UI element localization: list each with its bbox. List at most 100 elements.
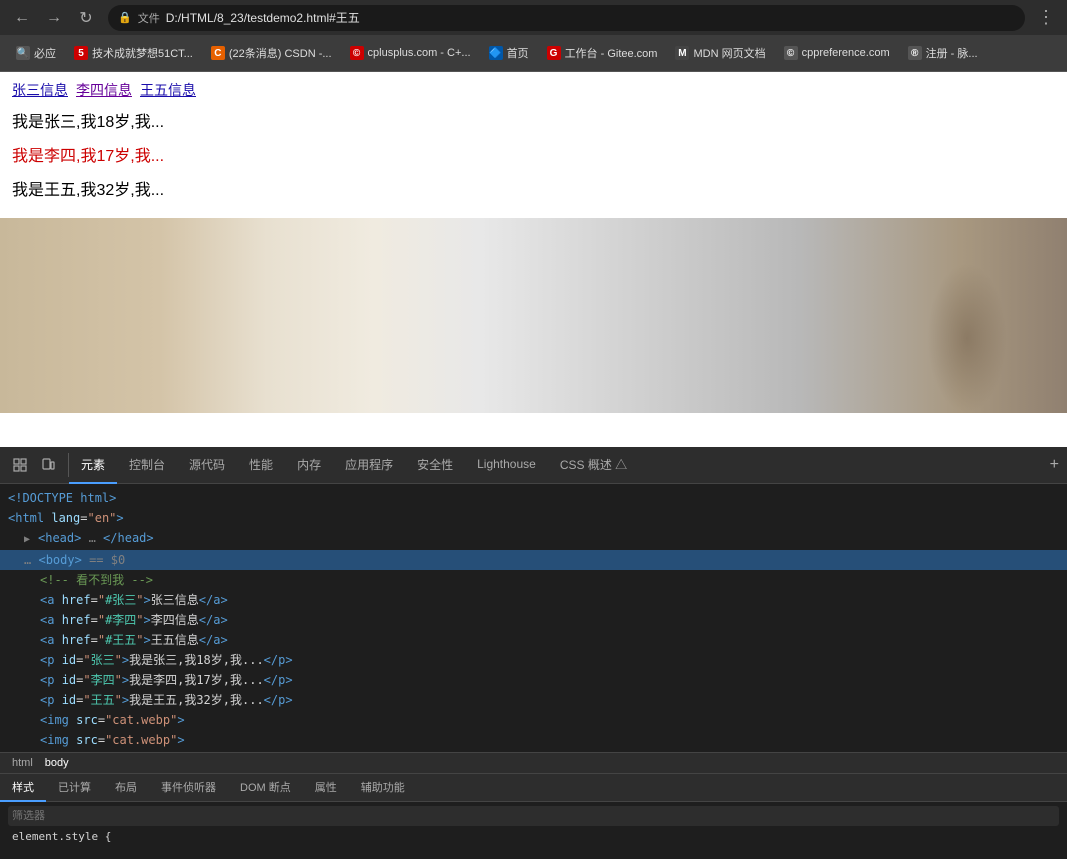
page-link-lnk3[interactable]: 王五信息 [140, 80, 196, 100]
code-indent-cl10: <p id="李四">我是李四,我17岁,我...</p> [0, 671, 293, 689]
code-indent-cl7: <a href="#李四">李四信息</a> [0, 611, 228, 629]
page-image [0, 218, 1067, 413]
bookmark-item-bm7[interactable]: MMDN 网页文档 [667, 42, 773, 64]
code-line-cl5[interactable]: <!-- 看不到我 --> [0, 570, 1067, 590]
st2[interactable]: 已计算 [46, 774, 103, 802]
page-links: 张三信息 李四信息 王五信息 [12, 80, 1055, 100]
st6[interactable]: 属性 [303, 774, 349, 802]
code-panel[interactable]: <!DOCTYPE html><html lang="en"> ▶<head> …… [0, 484, 1067, 752]
bookmark-label-bm5: 首页 [507, 45, 529, 61]
filter-input[interactable] [12, 810, 1055, 822]
tab-security[interactable]: 安全性 [405, 447, 465, 484]
code-indent-cl13: <img src="cat.webp"> [0, 731, 185, 749]
code-line-cl11[interactable]: <p id="王五">我是王五,我32岁,我...</p> [0, 690, 1067, 710]
code-line-cl2[interactable]: <html lang="en"> [0, 508, 1067, 528]
styles-content: element.style { [0, 802, 1067, 859]
back-button[interactable]: ← [8, 4, 36, 32]
bookmark-label-bm8: cppreference.com [802, 47, 890, 59]
breadcrumb-bc1[interactable]: html [8, 755, 37, 771]
inspect-element-icon[interactable] [8, 453, 32, 477]
bookmarks-bar: 🔍 必应 5 技术成就梦想51CT... C (22条消息) CSDN -... © cplu… [0, 35, 1067, 72]
bookmark-label-bm4: cplusplus.com - C+... [368, 47, 471, 59]
element-style-text: element.style { [8, 828, 1059, 845]
address-text: D:/HTML/8_23/testdemo2.html#王五 [166, 9, 360, 26]
tab-css[interactable]: CSS 概述 △ [548, 447, 639, 484]
bookmark-icon-bm6: G [547, 46, 561, 60]
bookmark-icon-bm8: © [784, 46, 798, 60]
code-line-cl3[interactable]: ▶<head> … </head> [0, 528, 1067, 550]
bookmark-item-bm2[interactable]: 5 技术成就梦想51CT... [66, 42, 201, 64]
code-line-cl4[interactable]: … <body> == $0 [0, 550, 1067, 570]
page-link-lnk1[interactable]: 张三信息 [12, 80, 68, 100]
bookmark-item-bm9[interactable]: ®注册 - 脉... [900, 42, 986, 64]
code-indent-cl2: <html lang="en"> [0, 509, 124, 527]
address-prefix: 文件 [138, 10, 160, 26]
bookmark-icon-bm4: © [350, 46, 364, 60]
code-line-cl12[interactable]: <img src="cat.webp"> [0, 710, 1067, 730]
st7[interactable]: 辅助功能 [349, 774, 417, 802]
styles-panel: 样式已计算布局事件侦听器DOM 断点属性辅助功能 element.style { [0, 774, 1067, 859]
code-line-cl8[interactable]: <a href="#王五">王五信息</a> [0, 630, 1067, 650]
page-link-lnk2[interactable]: 李四信息 [76, 80, 132, 100]
bookmark-label-bm2: 技术成就梦想51CT... [92, 45, 193, 61]
bookmark-label-bm7: MDN 网页文档 [693, 45, 765, 61]
forward-button[interactable]: → [40, 4, 68, 32]
bookmark-label-bm1: 必应 [34, 45, 56, 61]
bookmark-label-bm6: 工作台 - Gitee.com [565, 45, 658, 61]
code-indent-cl3: ▶<head> … </head> [0, 529, 154, 549]
bookmark-icon-bm3: C [211, 46, 225, 60]
add-tab-button[interactable]: + [1042, 456, 1067, 474]
tab-console[interactable]: 控制台 [117, 447, 177, 484]
page-paragraph-p1: 我是张三,我18岁,我... [12, 108, 1055, 132]
refresh-button[interactable]: ↻ [72, 4, 100, 32]
styles-tabs: 样式已计算布局事件侦听器DOM 断点属性辅助功能 [0, 774, 1067, 802]
bookmark-label-bm3: (22条消息) CSDN -... [229, 45, 332, 61]
st3[interactable]: 布局 [103, 774, 149, 802]
bookmark-item-bm3[interactable]: C (22条消息) CSDN -... [203, 42, 340, 64]
devtools-icons [0, 453, 69, 477]
bookmark-item-bm5[interactable]: 🔷 首页 [481, 42, 537, 64]
code-line-cl1[interactable]: <!DOCTYPE html> [0, 488, 1067, 508]
bookmark-icon-bm9: ® [908, 46, 922, 60]
bookmark-item-bm1[interactable]: 🔍 必应 [8, 42, 64, 64]
breadcrumb-bc2[interactable]: body [41, 755, 73, 771]
browser-chrome: ← → ↻ 🔒 文件 D:/HTML/8_23/testdemo2.html#王… [0, 0, 1067, 72]
nav-buttons: ← → ↻ [8, 4, 100, 32]
code-indent-cl9: <p id="张三">我是张三,我18岁,我...</p> [0, 651, 293, 669]
st1[interactable]: 样式 [0, 774, 46, 802]
tab-app[interactable]: 应用程序 [333, 447, 405, 484]
bookmark-item-bm4[interactable]: © cplusplus.com - C+... [342, 43, 479, 63]
tab-lighthouse[interactable]: Lighthouse [465, 447, 548, 484]
tab-perf[interactable]: 性能 [237, 447, 285, 484]
st5[interactable]: DOM 断点 [228, 774, 303, 802]
code-indent-cl5: <!-- 看不到我 --> [0, 571, 153, 589]
tab-memory[interactable]: 内存 [285, 447, 333, 484]
bookmark-item-bm6[interactable]: G 工作台 - Gitee.com [539, 42, 666, 64]
bookmark-item-bm8[interactable]: © cppreference.com [776, 43, 898, 63]
code-indent-cl11: <p id="王五">我是王五,我32岁,我...</p> [0, 691, 293, 709]
lock-icon: 🔒 [118, 11, 132, 24]
devtools-toolbar: 元素控制台源代码性能内存应用程序安全性LighthouseCSS 概述 △ + [0, 447, 1067, 484]
device-toolbar-icon[interactable] [36, 453, 60, 477]
tab-sources[interactable]: 源代码 [177, 447, 237, 484]
address-bar[interactable]: 🔒 文件 D:/HTML/8_23/testdemo2.html#王五 [108, 5, 1025, 31]
page-inner: 张三信息 李四信息 王五信息 我是张三,我18岁,我...我是李四,我17岁,我… [0, 72, 1067, 218]
code-indent-cl6: <a href="#张三">张三信息</a> [0, 591, 228, 609]
code-line-cl6[interactable]: <a href="#张三">张三信息</a> [0, 590, 1067, 610]
code-line-cl13[interactable]: <img src="cat.webp"> [0, 730, 1067, 750]
bookmark-icon-bm2: 5 [74, 46, 88, 60]
paragraphs-container: 我是张三,我18岁,我...我是李四,我17岁,我...我是王五,我32岁,我.… [12, 108, 1055, 200]
bookmark-icon-bm1: 🔍 [16, 46, 30, 60]
filter-row [8, 806, 1059, 826]
code-line-cl10[interactable]: <p id="李四">我是李四,我17岁,我...</p> [0, 670, 1067, 690]
tab-elements[interactable]: 元素 [69, 447, 117, 484]
breadcrumb-bar: htmlbody [0, 752, 1067, 774]
bookmark-icon-bm5: 🔷 [489, 46, 503, 60]
st4[interactable]: 事件侦听器 [149, 774, 228, 802]
browser-titlebar: ← → ↻ 🔒 文件 D:/HTML/8_23/testdemo2.html#王… [0, 0, 1067, 35]
code-line-cl7[interactable]: <a href="#李四">李四信息</a> [0, 610, 1067, 630]
browser-menu-button[interactable]: ⋮ [1033, 7, 1059, 28]
devtools-tabs: 元素控制台源代码性能内存应用程序安全性LighthouseCSS 概述 △ [69, 447, 1042, 484]
code-line-cl9[interactable]: <p id="张三">我是张三,我18岁,我...</p> [0, 650, 1067, 670]
page-paragraph-p3: 我是王五,我32岁,我... [12, 176, 1055, 200]
